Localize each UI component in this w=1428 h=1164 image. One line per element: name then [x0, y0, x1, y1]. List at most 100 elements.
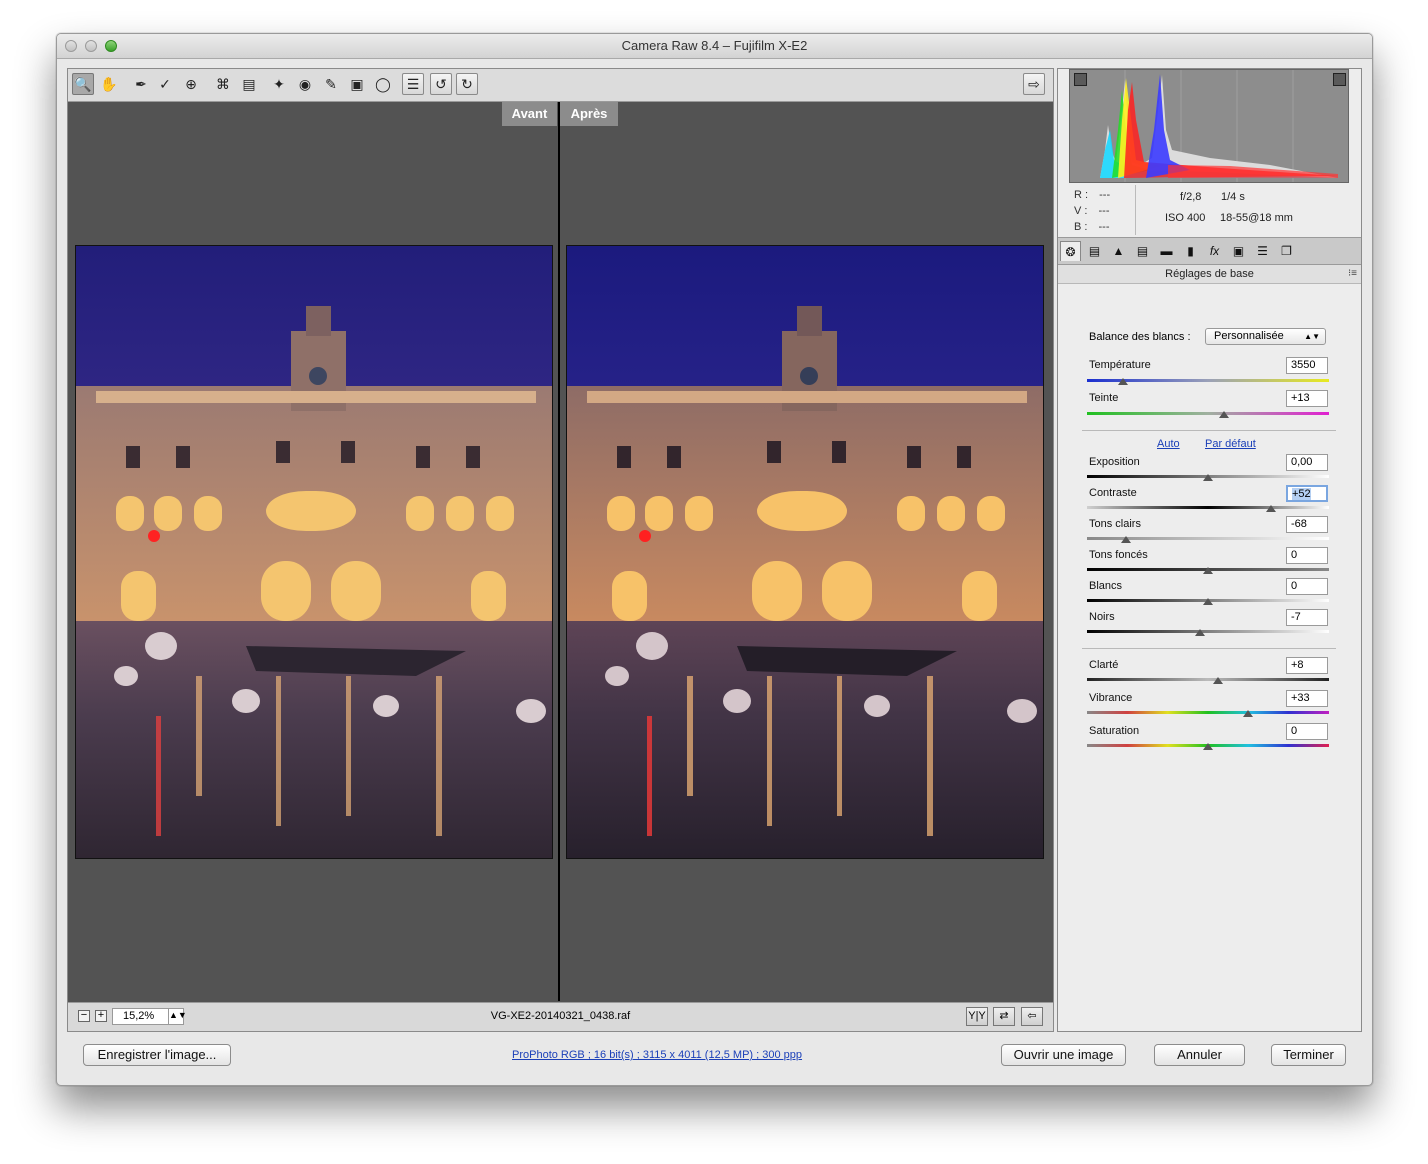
vibrance-slider[interactable]	[1087, 711, 1329, 714]
after-photo-image	[567, 246, 1043, 858]
tint-value-field[interactable]: +13	[1286, 390, 1328, 407]
exposure-slider-thumb[interactable]	[1203, 474, 1213, 481]
histogram-graph	[1100, 70, 1338, 182]
contrast-value-field[interactable]: +52	[1286, 485, 1328, 502]
before-label: Avant	[502, 102, 557, 126]
preferences-button[interactable]: ☰	[402, 73, 424, 95]
detail-icon: ▲	[1112, 244, 1125, 258]
tab-split-toning[interactable]: ▬	[1156, 241, 1177, 261]
graduated-filter-tool-button[interactable]: ▣	[346, 73, 368, 95]
before-after-divider	[558, 102, 560, 1001]
lens-corrections-icon: ▮	[1187, 244, 1194, 258]
done-button[interactable]: Terminer	[1271, 1044, 1346, 1066]
clarity-slider[interactable]	[1087, 678, 1329, 681]
tab-hsl[interactable]: ▤	[1132, 241, 1153, 261]
adjustment-brush-tool-button[interactable]: ✎	[320, 73, 342, 95]
rotate-left-button[interactable]: ↺	[430, 73, 452, 95]
vibrance-label: Vibrance	[1089, 692, 1133, 704]
before-after-preview[interactable]: Avant Après	[68, 102, 1053, 1001]
snapshots-icon: ❐	[1281, 244, 1292, 258]
highlight-clipping-warning-button[interactable]	[1333, 73, 1346, 86]
saturation-slider-thumb[interactable]	[1203, 743, 1213, 750]
shadows-slider-thumb[interactable]	[1203, 567, 1213, 574]
tint-slider-thumb[interactable]	[1218, 411, 1229, 418]
spot-removal-tool-button[interactable]: ✦	[268, 73, 290, 95]
red-eye-tool-button[interactable]: ◉	[294, 73, 316, 95]
preview-status-bar: − + 15,2% ▲▼ VG-XE2-20140321_0438.raf Y|…	[68, 1002, 1053, 1031]
tab-tone-curve[interactable]: ▤	[1084, 241, 1105, 261]
white-balance-tool-button[interactable]: ✒	[130, 73, 152, 95]
shadow-clipping-warning-button[interactable]	[1074, 73, 1087, 86]
tab-effects[interactable]: fx	[1204, 241, 1225, 261]
b-value: ---	[1098, 221, 1110, 233]
tab-presets[interactable]: ☰	[1252, 241, 1273, 261]
color-sampler-tool-button[interactable]: ✓	[154, 73, 176, 95]
separator	[1082, 648, 1336, 649]
highlights-value-field[interactable]: -68	[1286, 516, 1328, 533]
contrast-slider-thumb[interactable]	[1265, 505, 1276, 512]
straighten-tool-button[interactable]: ▤	[238, 73, 260, 95]
highlights-slider-thumb[interactable]	[1120, 536, 1131, 543]
exposure-value-field[interactable]: 0,00	[1286, 454, 1328, 471]
blacks-value-field[interactable]: -7	[1286, 609, 1328, 626]
swap-before-after-button[interactable]: ⇄	[993, 1007, 1015, 1026]
whites-slider-thumb[interactable]	[1203, 598, 1213, 605]
crop-tool-button[interactable]: ⌘	[212, 73, 234, 95]
r-label: R :	[1074, 189, 1089, 201]
v-label: V :	[1074, 205, 1088, 217]
saturation-value-field[interactable]: 0	[1286, 723, 1328, 740]
fullscreen-toggle-button[interactable]: ⇨	[1023, 73, 1045, 95]
zoom-tool-button[interactable]: 🔍	[72, 73, 94, 95]
copy-settings-button[interactable]: ⇦	[1021, 1007, 1043, 1026]
temperature-slider-thumb[interactable]	[1118, 378, 1129, 385]
tab-snapshots[interactable]: ❐	[1276, 241, 1297, 261]
separator	[1082, 430, 1336, 431]
straighten-icon: ▤	[242, 75, 256, 92]
temperature-value-field[interactable]: 3550	[1286, 357, 1328, 374]
tab-basic[interactable]: ❂	[1060, 241, 1081, 261]
tab-detail[interactable]: ▲	[1108, 241, 1129, 261]
tint-slider[interactable]	[1087, 412, 1329, 415]
r-value: ---	[1099, 189, 1111, 201]
saturation-label: Saturation	[1089, 725, 1140, 737]
clarity-slider-thumb[interactable]	[1212, 677, 1223, 684]
before-after-view-button[interactable]: Y|Y	[966, 1007, 988, 1026]
targeted-adjust-tool-button[interactable]: ⊕	[180, 73, 202, 95]
cancel-button[interactable]: Annuler	[1154, 1044, 1245, 1066]
vibrance-value-field[interactable]: +33	[1286, 690, 1328, 707]
hand-tool-button[interactable]: ✋	[98, 73, 120, 95]
before-photo	[75, 245, 553, 859]
blacks-label: Noirs	[1089, 611, 1115, 623]
tint-label: Teinte	[1089, 392, 1119, 404]
graduated-filter-icon: ▣	[350, 75, 364, 92]
white-balance-select[interactable]: Personnalisée ▲▼	[1205, 328, 1326, 345]
tab-camera-calibration[interactable]: ▣	[1228, 241, 1249, 261]
radial-filter-tool-button[interactable]: ◯	[372, 73, 394, 95]
after-photo	[566, 245, 1044, 859]
save-image-button[interactable]: Enregistrer l'image...	[83, 1044, 231, 1066]
tab-lens-corrections[interactable]: ▮	[1180, 241, 1201, 261]
vibrance-slider-thumb[interactable]	[1242, 710, 1253, 717]
default-link[interactable]: Par défaut	[1205, 438, 1256, 450]
white-balance-icon: ✒	[135, 75, 147, 92]
after-label: Après	[560, 102, 618, 126]
panel-menu-icon[interactable]: ⁝≡	[1348, 265, 1357, 283]
clarity-value-field[interactable]: +8	[1286, 657, 1328, 674]
open-image-button[interactable]: Ouvrir une image	[1001, 1044, 1126, 1066]
tone-curve-icon: ▤	[1088, 244, 1101, 258]
tools-toolbar: 🔍 ✋ ✒ ✓ ⊕ ⌘ ▤ ✦ ◉ ✎ ▣ ◯ ☰ ↺ ↻ ⇨	[68, 69, 1053, 102]
rotate-right-button[interactable]: ↻	[456, 73, 478, 95]
auto-link[interactable]: Auto	[1157, 438, 1180, 450]
exposure-label: Exposition	[1089, 456, 1140, 468]
split-toning-icon: ▬	[1160, 244, 1173, 258]
contrast-value: +52	[1292, 488, 1311, 500]
blacks-slider-thumb[interactable]	[1194, 629, 1205, 636]
whites-label: Blancs	[1089, 580, 1123, 592]
whites-value-field[interactable]: 0	[1286, 578, 1328, 595]
panel-tabs: ❂ ▤ ▲ ▤ ▬ ▮ fx ▣ ☰ ❐	[1058, 237, 1361, 265]
blacks-slider[interactable]	[1087, 630, 1329, 633]
workflow-options-link[interactable]: ProPhoto RGB ; 16 bit(s) ; 3115 x 4011 (…	[512, 1049, 802, 1061]
lens-value: 18-55@18 mm	[1220, 212, 1293, 224]
contrast-slider[interactable]	[1087, 506, 1329, 509]
shadows-value-field[interactable]: 0	[1286, 547, 1328, 564]
